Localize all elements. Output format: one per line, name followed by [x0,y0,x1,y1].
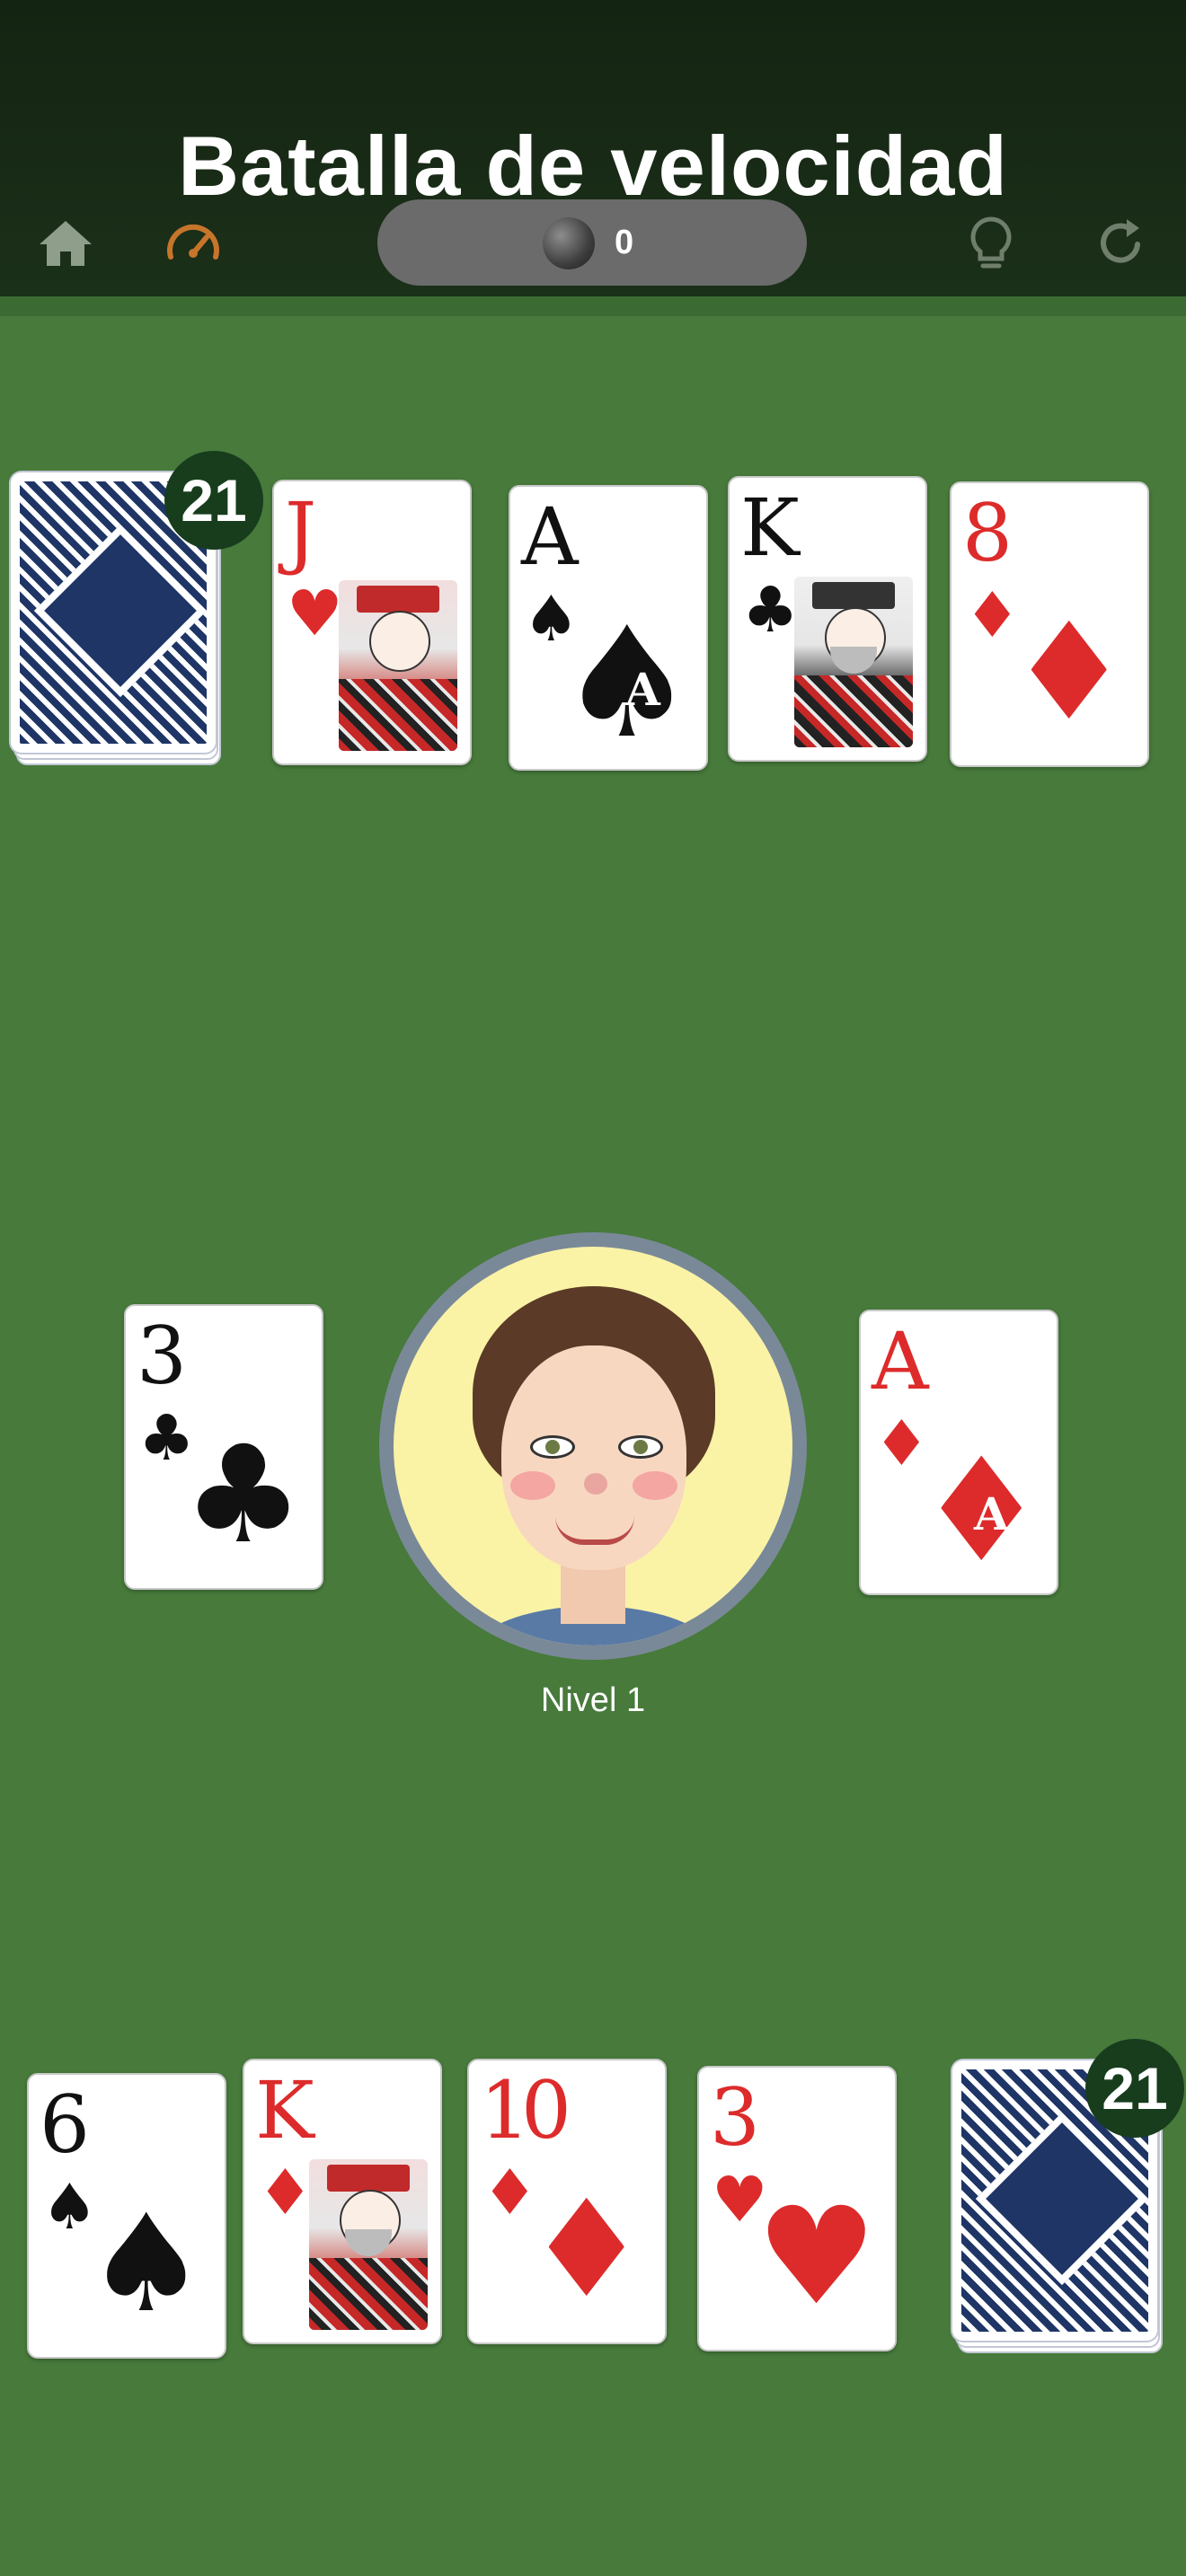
opponent-card-king-clubs: K ♣ [728,476,927,762]
speedometer-icon[interactable] [162,212,225,275]
king-face-art [309,2159,428,2330]
king-face-art [794,577,913,747]
jack-face-art [339,580,457,751]
club-icon: ♣ [742,573,799,647]
player-deck-count: 21 [1085,2039,1184,2138]
card-rank: 3 [137,1310,187,1402]
ace-center-letter: A [974,1487,1009,1540]
right-play-pile[interactable]: A ♦ ♦ A [859,1310,1058,1595]
card-rank: 3 [710,2071,760,2164]
diamond-icon: ♦ [1008,595,1129,751]
ace-center-letter: A [625,663,660,716]
opponent-card-ace-spades: A ♠ ♠ A [509,485,708,771]
left-play-pile[interactable]: 3 ♣ ♣ [124,1304,323,1590]
diamond-icon: ♦ [526,2172,647,2328]
home-icon[interactable] [34,212,97,275]
card-rank: A [521,490,579,583]
card-back-pattern [33,524,208,698]
refresh-icon[interactable] [1089,212,1152,275]
level-label: Nivel 1 [540,1681,646,1719]
card-back-pattern [975,2112,1149,2286]
card-rank: 10 [480,2064,571,2157]
player-card-6-spades[interactable]: 6 ♠ ♠ [27,2073,226,2359]
card-rank: K [740,481,800,574]
club-icon: ♣ [182,1417,304,1574]
coin-icon [543,217,595,269]
card-rank: J [285,485,317,578]
heart-icon: ♥ [287,577,343,650]
player-card-10-diamonds[interactable]: 10 ♦ ♦ [467,2059,667,2344]
opponent-card-8-diamonds: 8 ♦ ♦ [950,481,1149,767]
card-rank: K [255,2064,314,2157]
score-value: 0 [615,224,634,261]
player-card-king-diamonds[interactable]: K ♦ [243,2059,442,2344]
opponent-deck-count: 21 [164,451,263,550]
card-rank: 6 [40,2078,90,2171]
diamond-icon: ♦ [257,2156,314,2229]
header-divider [0,296,1186,316]
spade-icon: ♠ [85,2186,207,2342]
card-rank: A [872,1315,929,1407]
player-card-3-hearts[interactable]: 3 ♥ ♥ [697,2066,897,2351]
opponent-avatar [379,1232,807,1660]
score-display: 0 [377,199,807,286]
lightbulb-icon[interactable] [960,212,1022,275]
opponent-card-jack-hearts: J ♥ [272,480,472,765]
card-rank: 8 [962,487,1013,579]
heart-icon: ♥ [756,2179,877,2335]
